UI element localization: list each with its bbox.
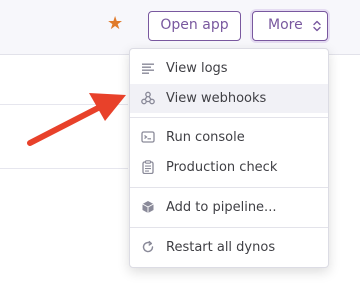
webhooks-icon	[141, 91, 155, 105]
menu-item-view-webhooks[interactable]: View webhooks	[130, 84, 328, 113]
open-app-button[interactable]: Open app	[148, 11, 241, 41]
star-icon[interactable]: ★	[107, 14, 123, 34]
menu-item-add-to-pipeline[interactable]: Add to pipeline...	[130, 193, 328, 222]
menu-item-run-console[interactable]: Run console	[130, 123, 328, 152]
menu-item-label: View logs	[166, 61, 228, 76]
console-icon	[141, 131, 155, 143]
menu-divider	[130, 227, 328, 228]
menu-item-restart-all-dynos[interactable]: Restart all dynos	[130, 233, 328, 262]
pipeline-icon	[142, 201, 154, 213]
menu-divider	[130, 187, 328, 188]
more-dropdown-button[interactable]: More	[252, 11, 328, 41]
menu-item-label: Production check	[166, 160, 278, 175]
menu-item-view-logs[interactable]: View logs	[130, 54, 328, 83]
open-app-label: Open app	[160, 17, 229, 33]
menu-item-label: View webhooks	[166, 91, 267, 106]
more-dropdown-menu: View logs View webhooks Run console Prod…	[129, 48, 329, 268]
more-label: More	[268, 17, 303, 33]
menu-divider	[130, 117, 328, 118]
menu-item-label: Run console	[166, 130, 245, 145]
annotation-arrow	[27, 93, 126, 146]
menu-item-label: Add to pipeline...	[166, 200, 277, 215]
restart-icon	[142, 240, 154, 253]
menu-item-production-check[interactable]: Production check	[130, 153, 328, 182]
menu-item-label: Restart all dynos	[166, 240, 276, 255]
page-divider	[0, 168, 128, 169]
logs-icon	[142, 63, 154, 74]
chevron-up-down-icon	[313, 20, 321, 32]
clipboard-icon	[142, 160, 154, 174]
